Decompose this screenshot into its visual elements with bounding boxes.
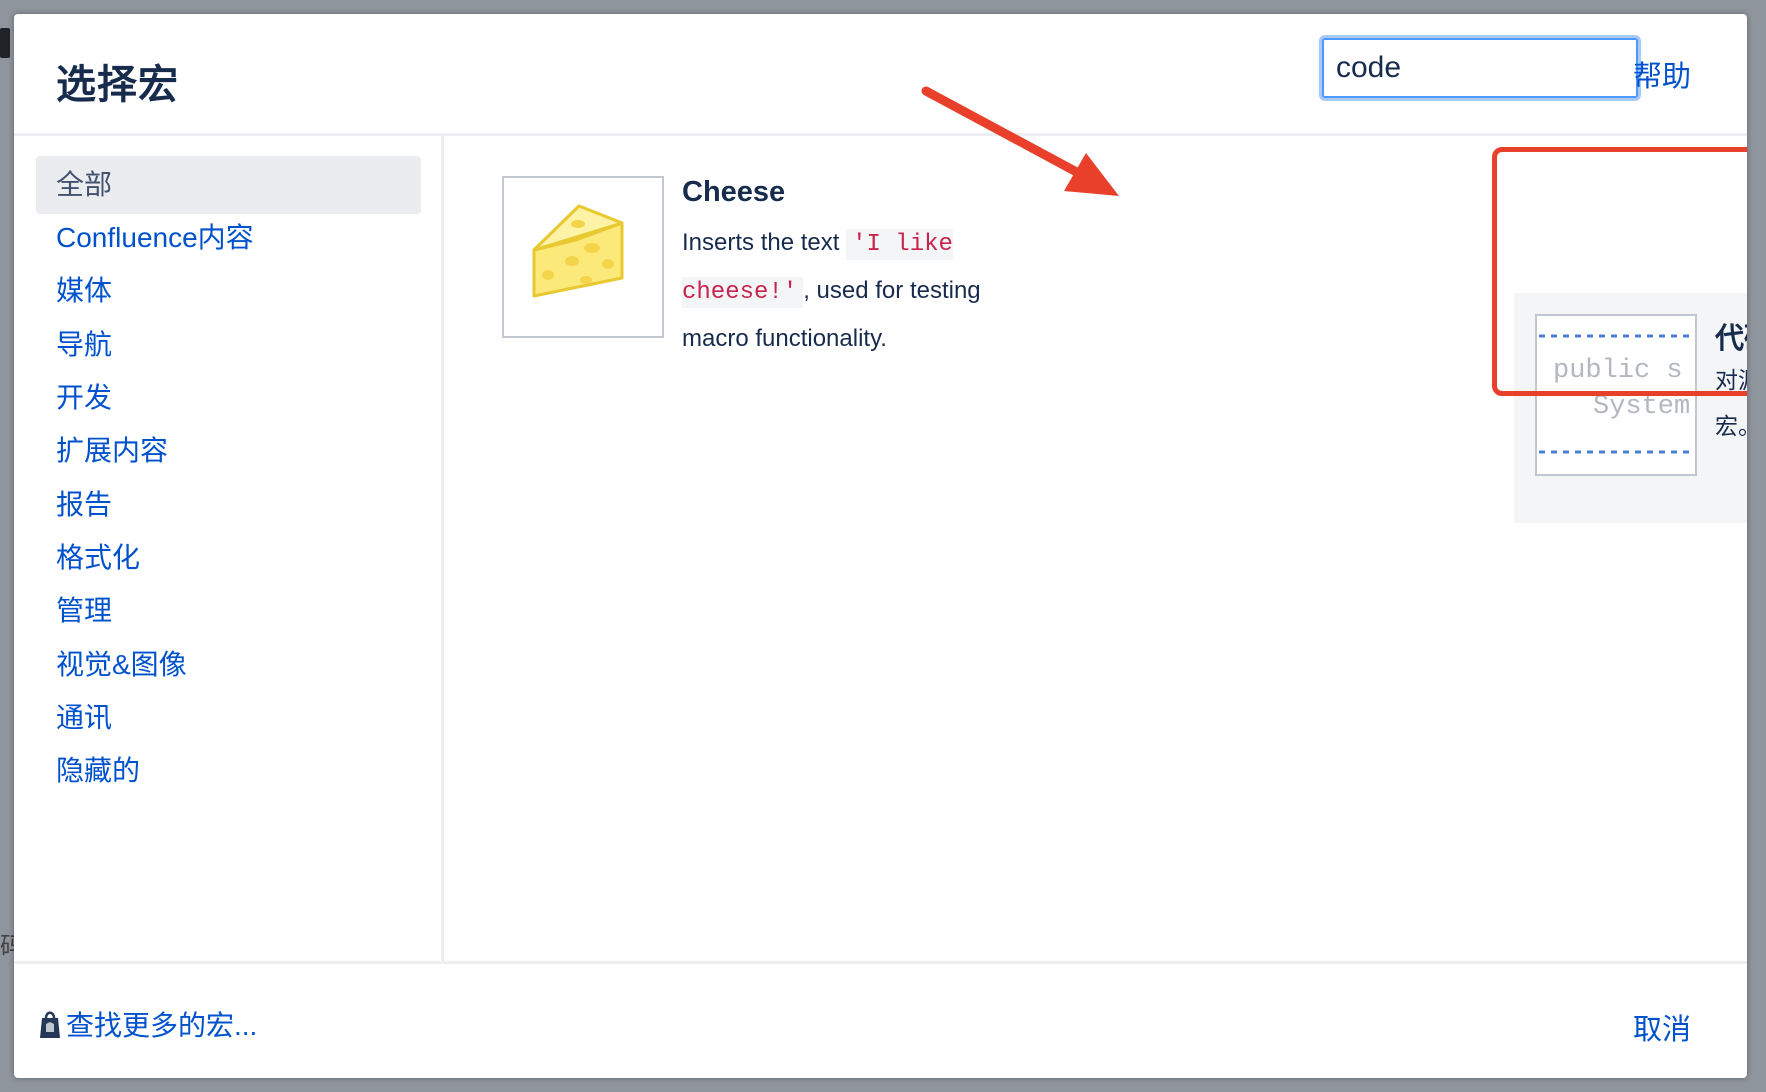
thumb-code-line: System (1593, 392, 1691, 422)
sidebar-item-external-content[interactable]: 扩展内容 (36, 422, 421, 480)
macro-search-input[interactable] (1322, 38, 1638, 98)
help-link[interactable]: 帮助 (1633, 53, 1691, 95)
sidebar-item-all[interactable]: 全部 (36, 156, 421, 214)
sidebar-item-visuals-images[interactable]: 视觉&图像 (36, 636, 421, 694)
sidebar-item-reporting[interactable]: 报告 (36, 476, 421, 534)
find-more-label: 查找更多的宏... (66, 1010, 258, 1041)
desc-text: Inserts the text (682, 229, 840, 256)
macro-card-code-block[interactable]: public s System 代码块 对源代码或XML块进行格式化的宏。 (1514, 293, 1747, 523)
category-sidebar: 全部 Confluence内容 媒体 导航 开发 扩展内容 报告 格式化 管理 … (14, 136, 444, 961)
macro-results: Cheese Inserts the text 'I like cheese!'… (444, 86, 1747, 961)
macro-card-cheese[interactable]: Cheese Inserts the text 'I like cheese!'… (502, 176, 1022, 376)
cheese-thumbnail (502, 176, 664, 338)
sidebar-item-communication[interactable]: 通讯 (36, 689, 421, 747)
macro-card-title: Cheese (682, 176, 786, 208)
sidebar-item-hidden[interactable]: 隐藏的 (36, 742, 421, 800)
dialog-footer: 查找更多的宏... 取消 (14, 961, 1747, 1078)
macro-card-description: 对源代码或XML块进行格式化的宏。 (1715, 367, 1747, 439)
macro-browser-dialog: 选择宏 帮助 全部 Confluence内容 媒体 导航 开发 扩展内容 报告 … (14, 14, 1747, 1078)
dialog-header: 选择宏 帮助 (14, 14, 1747, 136)
marketplace-bag-icon (40, 1011, 60, 1038)
sidebar-item-navigation[interactable]: 导航 (36, 316, 421, 374)
sidebar-item-confluence-content[interactable]: Confluence内容 (36, 209, 421, 267)
cheese-icon (532, 204, 624, 298)
dialog-title: 选择宏 (56, 63, 179, 107)
sidebar-item-media[interactable]: 媒体 (36, 262, 421, 320)
backdrop-toolbar-fragment (0, 28, 10, 58)
sidebar-item-development[interactable]: 开发 (36, 369, 421, 427)
macro-card-title: 代码块 (1715, 323, 1747, 355)
cancel-button[interactable]: 取消 (1633, 1006, 1691, 1048)
find-more-macros-link[interactable]: 查找更多的宏... (38, 1004, 257, 1044)
sidebar-item-admin[interactable]: 管理 (36, 582, 421, 640)
macro-card-description: Inserts the text 'I like cheese!', used … (682, 220, 1022, 362)
thumb-code-line: public s (1553, 356, 1683, 386)
sidebar-item-formatting[interactable]: 格式化 (36, 529, 421, 587)
code-block-thumbnail: public s System (1535, 314, 1697, 476)
